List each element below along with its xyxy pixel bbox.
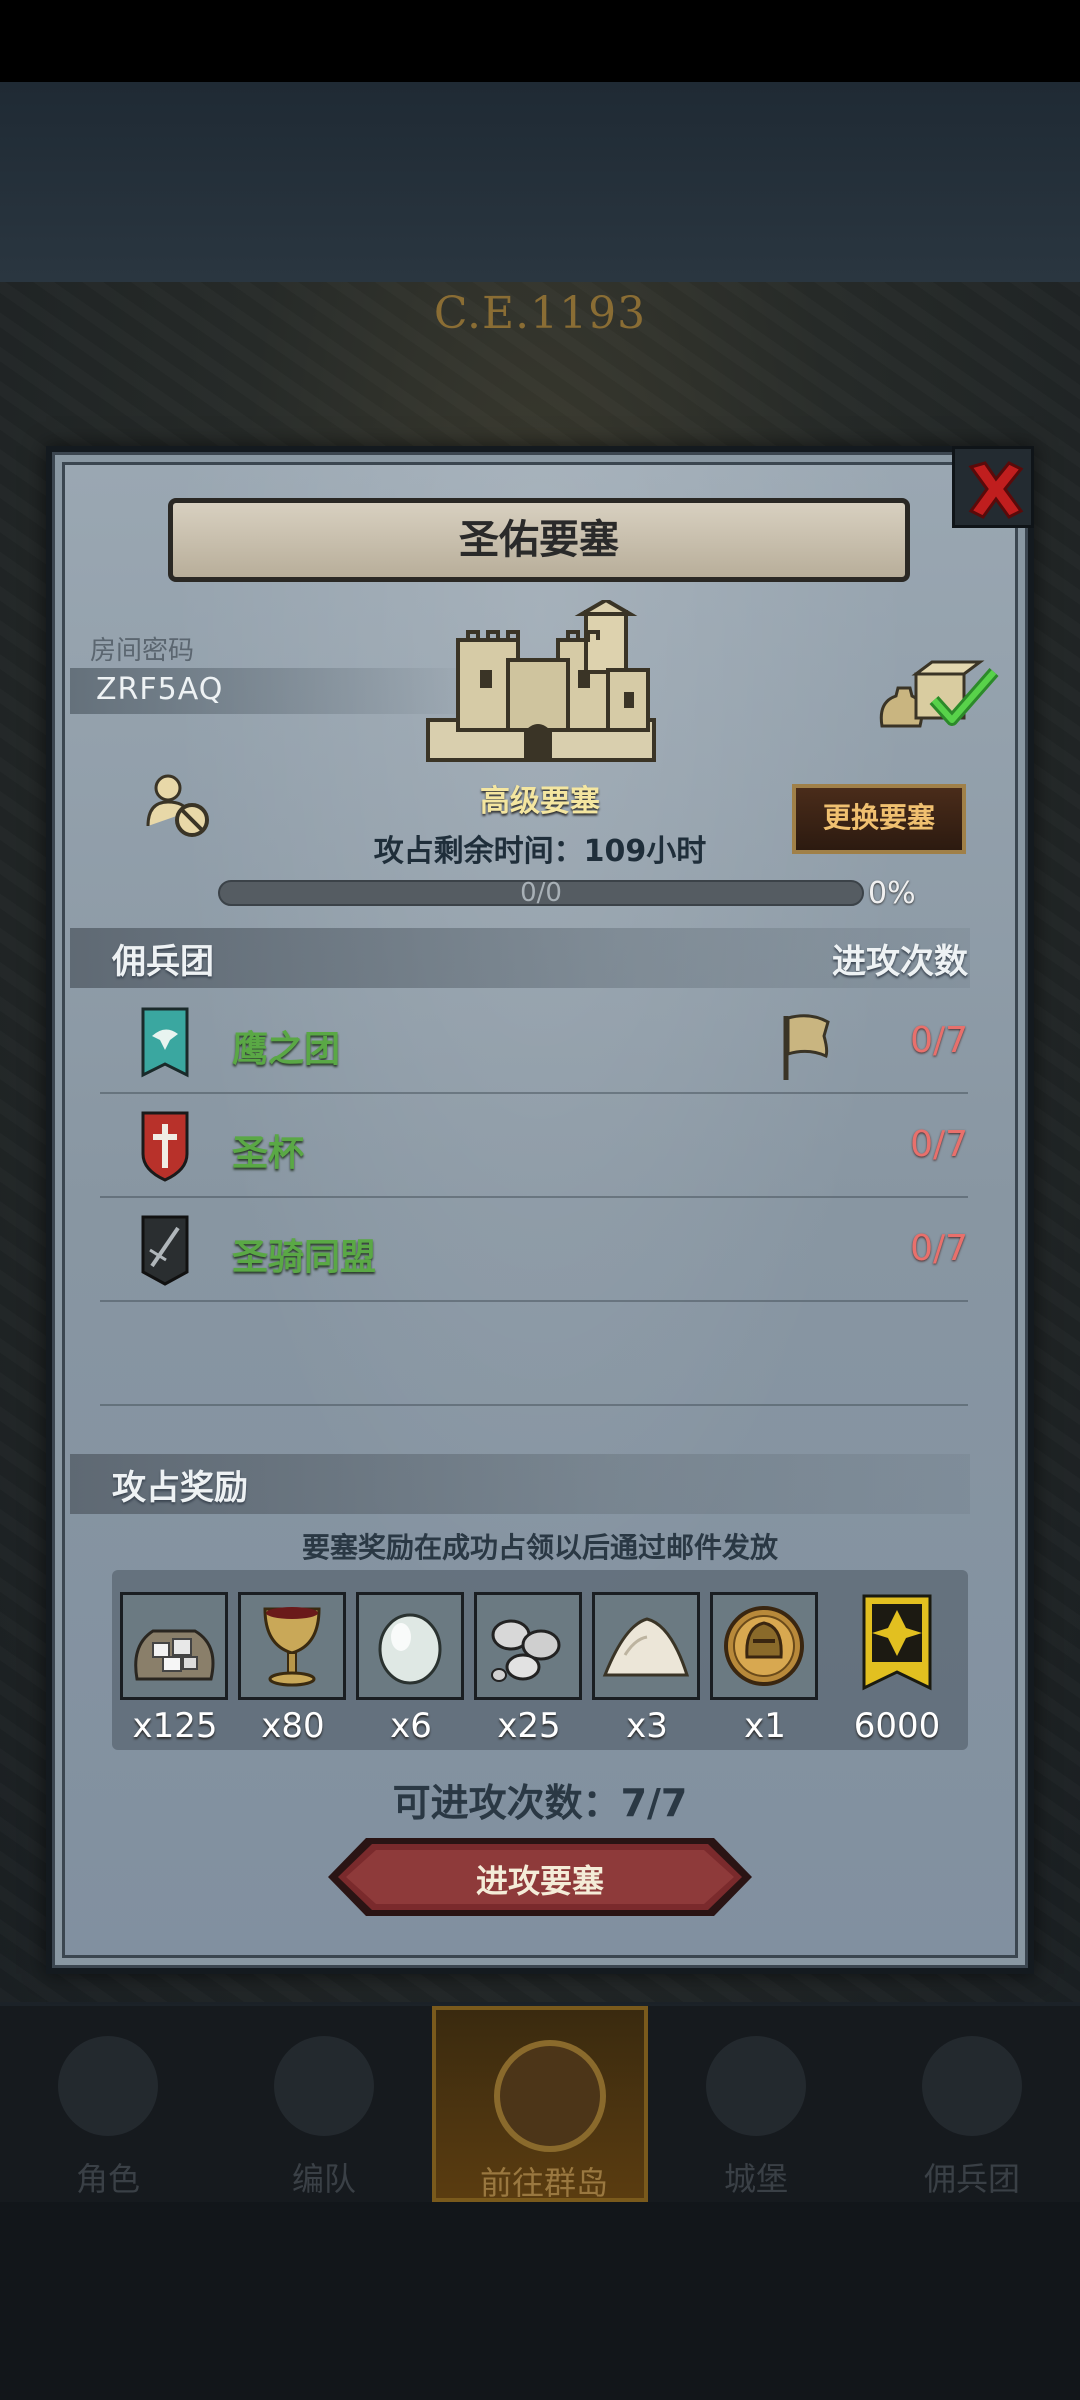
time-remaining: 攻占剩余时间：109小时 [373, 834, 707, 869]
silver-ingots-icon [474, 1592, 582, 1700]
mercenary-row[interactable]: 鹰之团 0/7 [100, 988, 968, 1094]
black-sword-banner-icon [140, 1214, 190, 1290]
reward-item[interactable]: x6 [356, 1592, 466, 1746]
attack-button-label: 进攻要塞 [475, 1862, 604, 1900]
reward-quantity: x125 [132, 1706, 218, 1746]
salt-pile-icon [592, 1592, 700, 1700]
castle-icon [706, 2036, 806, 2136]
pearl-gem-icon [356, 1592, 464, 1700]
close-button[interactable] [952, 446, 1034, 528]
nav-item-character[interactable]: 角色 [0, 2006, 216, 2202]
title-banner: 圣佑要塞 [168, 498, 910, 582]
attack-count: 0/7 [910, 1228, 968, 1269]
mercenary-row[interactable]: 圣杯 0/7 [100, 1092, 968, 1198]
reward-item[interactable]: x125 [120, 1592, 230, 1746]
reward-quantity: x6 [390, 1706, 432, 1746]
bottom-navigation: 角色 编队 前往群岛 城堡 佣兵团 [0, 2006, 1080, 2202]
reward-item[interactable]: x25 [474, 1592, 584, 1746]
silver-ore-sack-icon [120, 1592, 228, 1700]
reward-header: 攻占奖励 [112, 1468, 248, 1508]
nav-label: 城堡 [723, 2160, 788, 2198]
reward-quantity: 6000 [853, 1706, 941, 1746]
knight-helmet-coin-icon [710, 1592, 818, 1700]
mercenary-header: 佣兵团 [112, 942, 214, 982]
attack-count: 0/7 [910, 1020, 968, 1061]
fortress-castle-icon [418, 597, 664, 778]
nav-item-castle[interactable]: 城堡 [648, 2006, 864, 2202]
nav-item-formation[interactable]: 编队 [216, 2006, 432, 2202]
attack-count: 0/7 [910, 1124, 968, 1165]
background-header [0, 82, 1080, 282]
nav-item-mercenaries[interactable]: 佣兵团 [864, 2006, 1080, 2202]
era-label: C.E.1193 [433, 288, 647, 339]
squad-icon [274, 2036, 374, 2136]
progress-text: 0/0 [520, 878, 562, 908]
reward-item[interactable]: x80 [238, 1592, 348, 1746]
attack-count-header: 进攻次数 [832, 942, 968, 982]
mercenary-name: 圣杯 [232, 1133, 305, 1174]
mercenary-name: 鹰之团 [232, 1029, 341, 1070]
room-code[interactable]: ZRF5AQ [96, 672, 223, 707]
empty-mercenary-row [100, 1300, 968, 1406]
mercenary-name: 圣骑同盟 [232, 1237, 377, 1278]
room-code-label: 房间密码 [90, 636, 195, 666]
gold-banner-icon [842, 1592, 952, 1700]
progress-percent: 0% [868, 876, 916, 911]
eagle-banner-icon [140, 1006, 190, 1082]
reward-item[interactable]: 6000 [842, 1592, 952, 1746]
nav-label: 佣兵团 [923, 2160, 1020, 2198]
compass-icon [494, 2040, 606, 2152]
reward-quantity: x80 [261, 1706, 325, 1746]
attack-fortress-button[interactable]: 进攻要塞 [326, 1836, 754, 1918]
flag-icon [780, 1012, 832, 1086]
reward-item[interactable]: x1 [710, 1592, 820, 1746]
red-cross-shield-icon [140, 1110, 190, 1186]
reward-quantity: x1 [744, 1706, 786, 1746]
mercenary-row[interactable]: 圣骑同盟 0/7 [100, 1196, 968, 1302]
nav-label: 角色 [75, 2160, 140, 2198]
dialog-title: 圣佑要塞 [459, 517, 619, 563]
reward-bag-check-icon [876, 660, 1000, 736]
attacks-remaining: 可进攻次数：7/7 [392, 1781, 688, 1825]
mercenary-icon [922, 2036, 1022, 2136]
reward-quantity: x25 [497, 1706, 561, 1746]
background-footer [0, 2202, 1080, 2400]
nav-label: 编队 [291, 2160, 356, 2198]
nav-label: 前往群岛 [479, 2164, 608, 2202]
reward-note: 要塞奖励在成功占领以后通过邮件发放 [301, 1531, 778, 1564]
knight-icon [58, 2036, 158, 2136]
status-bar [0, 0, 1080, 82]
reward-quantity: x3 [626, 1706, 668, 1746]
golden-chalice-icon [238, 1592, 346, 1700]
nav-item-islands[interactable]: 前往群岛 [432, 2006, 648, 2202]
reward-item[interactable]: x3 [592, 1592, 702, 1746]
close-icon [968, 461, 1024, 519]
